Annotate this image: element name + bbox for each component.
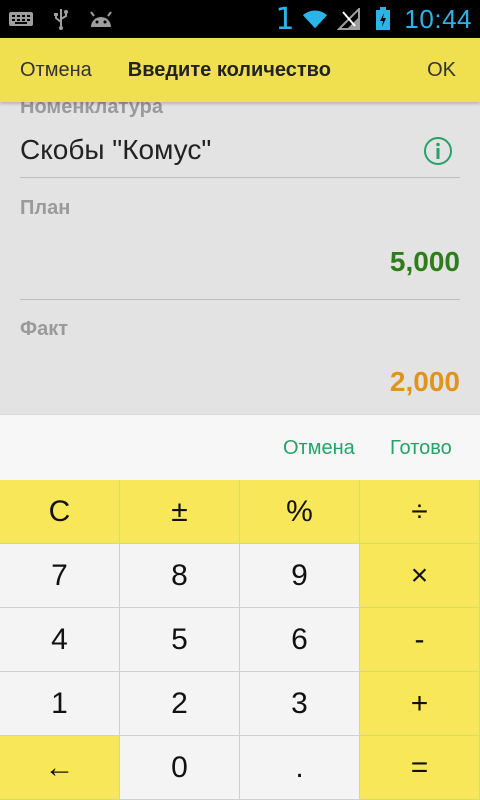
usb-icon [48,8,74,30]
wifi-icon [302,8,328,30]
keyboard-icon [8,8,34,30]
keypad: C ± % ÷ 7 8 9 × 4 5 6 - 1 2 3 + ← 0 . = [0,480,480,800]
nomenclature-label: Номенклатура [20,102,163,118]
sim-number: 1 [275,1,295,37]
percent-key[interactable]: % [240,480,360,544]
multiply-key[interactable]: × [360,544,480,608]
quantity-form: Номенклатура Скобы "Комус" План 5,000 Фа… [0,102,480,414]
page-title: Введите количество [127,58,331,81]
digit-0-key[interactable]: 0 [120,736,240,800]
digit-2-key[interactable]: 2 [120,672,240,736]
backspace-key[interactable]: ← [0,736,120,800]
minus-key[interactable]: - [360,608,480,672]
clear-key[interactable]: C [0,480,120,544]
cancel-button[interactable]: Отмена [283,437,355,460]
battery-icon [370,7,396,30]
clock: 10:44 [404,3,472,34]
nomenclature-value[interactable]: Скобы "Комус" [20,134,211,166]
plan-value: 5,000 [389,246,460,277]
header-cancel-button[interactable]: Отмена [20,59,92,82]
android-icon [88,8,114,30]
header-bar: Отмена Введите количество OK [0,38,480,102]
equals-key[interactable]: = [360,736,480,800]
digit-5-key[interactable]: 5 [120,608,240,672]
digit-6-key[interactable]: 6 [240,608,360,672]
plus-minus-key[interactable]: ± [120,480,240,544]
action-bar: Отмена Готово [0,414,480,480]
digit-3-key[interactable]: 3 [240,672,360,736]
decimal-point-key[interactable]: . [240,736,360,800]
done-button[interactable]: Готово [390,437,452,460]
digit-8-key[interactable]: 8 [120,544,240,608]
info-icon[interactable] [423,136,453,166]
header-ok-button[interactable]: OK [427,59,456,82]
status-bar-right: 1 10:44 [275,2,472,37]
digit-7-key[interactable]: 7 [0,544,120,608]
fact-value[interactable]: 2,000 [390,366,460,398]
divide-key[interactable]: ÷ [360,480,480,544]
divider [20,299,460,300]
digit-1-key[interactable]: 1 [0,672,120,736]
divider [20,177,460,178]
signal-icon [336,8,362,30]
fact-label: Факт [20,318,68,340]
status-bar: 1 10:44 [0,0,480,38]
digit-4-key[interactable]: 4 [0,608,120,672]
status-bar-left [8,8,114,30]
digit-9-key[interactable]: 9 [240,544,360,608]
plus-key[interactable]: + [360,672,480,736]
plan-label: План [20,197,71,219]
